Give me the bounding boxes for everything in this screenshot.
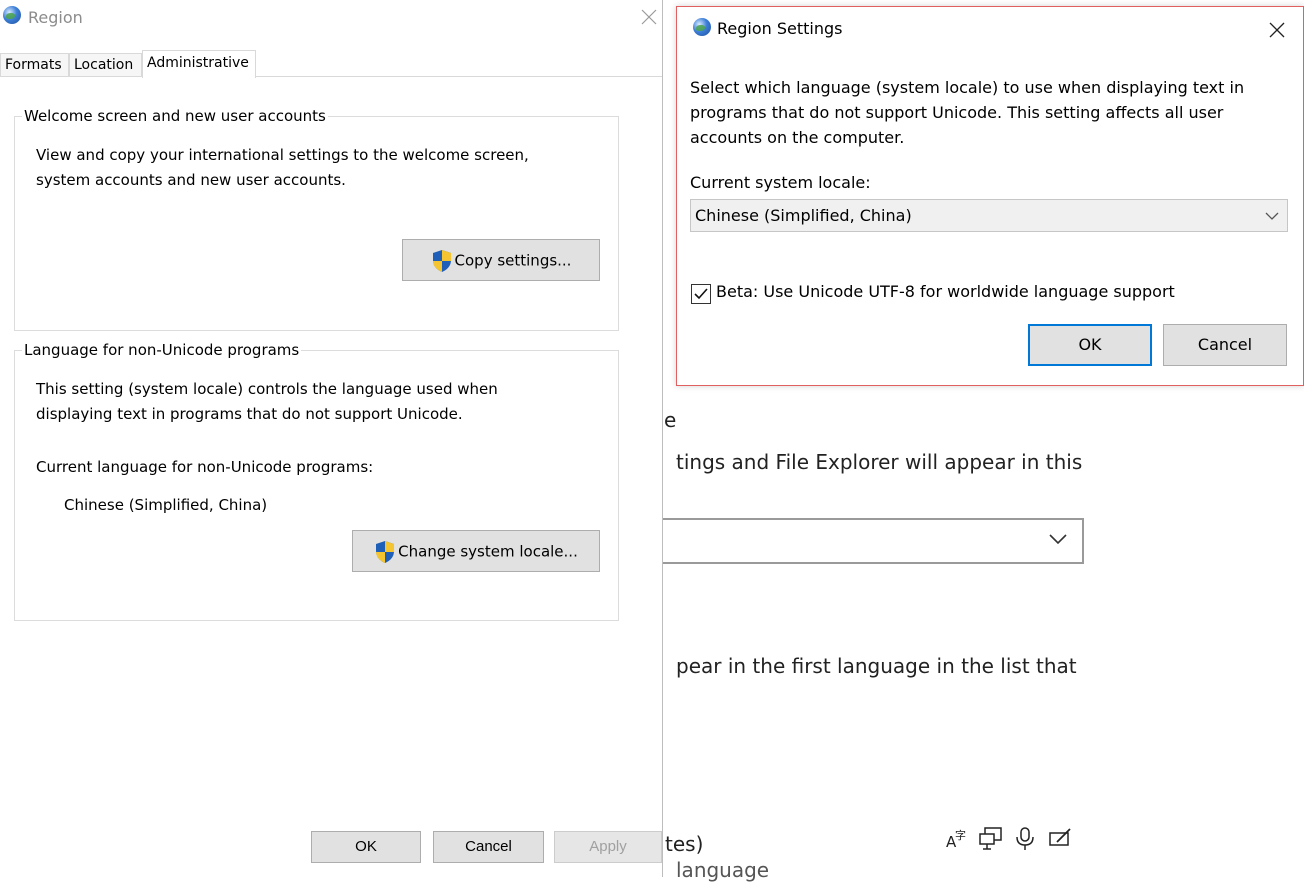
chevron-down-icon [1049, 534, 1067, 545]
close-icon[interactable] [641, 9, 657, 25]
uac-shield-icon [376, 540, 395, 563]
display-icon [979, 827, 1002, 850]
region-settings-description-line3: accounts on the computer. [690, 128, 905, 147]
welcome-screen-group-title: Welcome screen and new user accounts [22, 107, 328, 125]
chevron-down-icon [1265, 212, 1279, 220]
svg-text:字: 字 [955, 828, 966, 842]
handwriting-icon [1049, 828, 1071, 846]
globe-icon [693, 18, 711, 36]
region-settings-ok-button[interactable]: OK [1028, 324, 1152, 366]
current-system-locale-label: Current system locale: [690, 173, 871, 192]
region-apply-button[interactable]: Apply [554, 831, 662, 863]
region-dialog-title: Region [28, 8, 83, 27]
region-cancel-button[interactable]: Cancel [433, 831, 544, 863]
background-heading-fragment: e [664, 408, 677, 432]
display-language-dropdown[interactable] [660, 518, 1084, 564]
region-settings-dialog: Region Settings Select which language (s… [676, 6, 1304, 386]
system-locale-selected-value: Chinese (Simplified, China) [695, 206, 912, 225]
text-to-speech-icon: A 字 [946, 828, 966, 850]
region-title-bar[interactable]: Region [0, 0, 662, 38]
utf8-beta-checkbox-label[interactable]: Beta: Use Unicode UTF-8 for worldwide la… [716, 282, 1175, 301]
region-settings-cancel-button[interactable]: Cancel [1163, 324, 1287, 366]
non-unicode-group: Language for non-Unicode programs This s… [14, 341, 619, 621]
uac-shield-icon [432, 249, 451, 272]
utf8-beta-checkbox[interactable] [691, 284, 711, 304]
system-locale-dropdown[interactable]: Chinese (Simplified, China) [690, 199, 1288, 232]
change-system-locale-label: Change system locale... [398, 542, 578, 561]
background-language-item-sub-fragment: language [676, 858, 770, 882]
region-dialog: Region Formats Location Administrative W… [0, 0, 663, 877]
current-language-label: Current language for non-Unicode program… [36, 458, 374, 476]
microphone-icon [1016, 827, 1034, 850]
background-language-item-fragment: tes) [665, 832, 704, 856]
region-settings-description-line1: Select which language (system locale) to… [690, 78, 1245, 97]
non-unicode-group-title: Language for non-Unicode programs [22, 341, 302, 359]
background-text-line2: pear in the first language in the list t… [676, 654, 1077, 678]
current-language-value: Chinese (Simplified, China) [64, 496, 268, 514]
welcome-screen-description-line1: View and copy your international setting… [36, 146, 529, 164]
tab-administrative[interactable]: Administrative [142, 50, 256, 78]
globe-icon [3, 6, 21, 24]
copy-settings-label: Copy settings... [454, 251, 572, 270]
region-settings-description-line2: programs that do not support Unicode. Th… [690, 103, 1224, 122]
administrative-tab-panel: Welcome screen and new user accounts Vie… [0, 76, 662, 820]
checkmark-icon [694, 288, 708, 300]
close-icon[interactable] [1269, 22, 1285, 38]
region-tab-strip: Formats Location Administrative [0, 50, 662, 78]
welcome-screen-group: Welcome screen and new user accounts Vie… [14, 107, 619, 331]
background-text-line1: tings and File Explorer will appear in t… [676, 450, 1083, 474]
region-ok-button[interactable]: OK [311, 831, 421, 863]
region-settings-title: Region Settings [717, 19, 843, 38]
tab-location[interactable]: Location [69, 53, 142, 77]
non-unicode-description-line1: This setting (system locale) controls th… [36, 380, 498, 398]
welcome-screen-description-line2: system accounts and new user accounts. [36, 171, 346, 189]
non-unicode-description-line2: displaying text in programs that do not … [36, 405, 463, 423]
copy-settings-button[interactable]: Copy settings... [402, 239, 600, 281]
change-system-locale-button[interactable]: Change system locale... [352, 530, 600, 572]
tab-formats[interactable]: Formats [0, 53, 69, 77]
